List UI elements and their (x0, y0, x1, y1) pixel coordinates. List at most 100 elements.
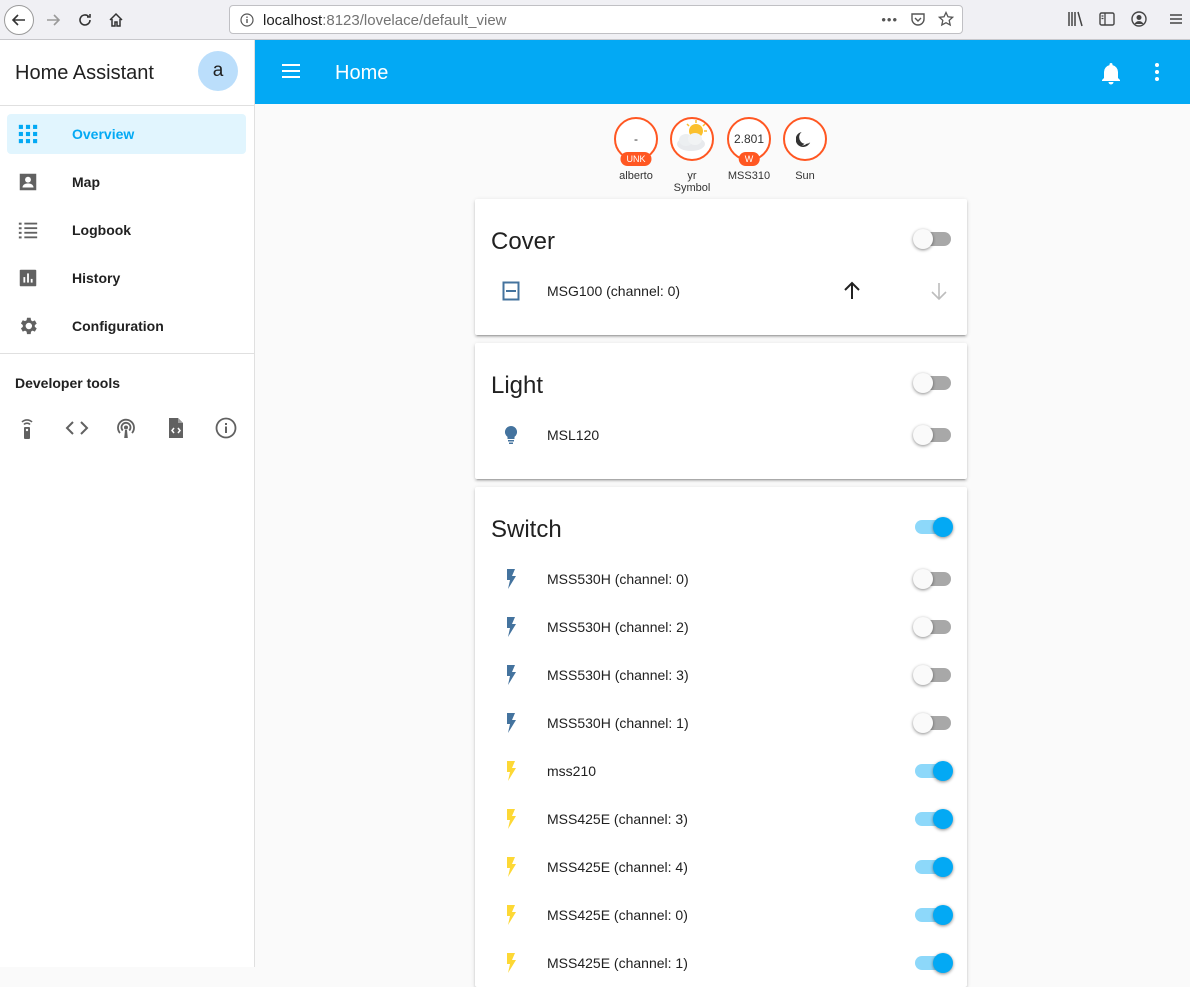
entity-toggle[interactable] (915, 953, 953, 973)
lightbulb-icon (504, 425, 518, 444)
entity-row[interactable]: MSS425E (channel: 3) (475, 799, 967, 839)
entity-row[interactable]: MSG100 (channel: 0) (475, 271, 967, 311)
badge-yr-symbol[interactable]: yr Symbol (668, 117, 716, 194)
entity-name: MSS530H (channel: 0) (547, 571, 689, 587)
entity-toggle[interactable] (913, 713, 951, 733)
entity-toggle[interactable] (915, 905, 953, 925)
badge-circle: 2.801 W (727, 117, 771, 166)
entity-name: MSS425E (channel: 1) (547, 955, 688, 971)
browser-toolbar: localhost:8123/lovelace/default_view ••• (0, 0, 1190, 40)
entity-toggle[interactable] (913, 425, 951, 445)
forward-button[interactable] (38, 5, 68, 35)
url-host: localhost (263, 12, 323, 29)
info-icon[interactable] (214, 416, 238, 440)
arrow-down-icon[interactable] (928, 280, 950, 302)
sidebar: Home Assistant a Overview Map Logbook Hi… (0, 40, 255, 967)
partly-cloudy-icon (677, 120, 707, 151)
light-card: Light MSL120 (475, 343, 967, 479)
switch-card: Switch MSS530H (channel: 0) MSS530H (cha… (475, 487, 967, 987)
switch-card-toggle[interactable] (915, 517, 953, 537)
list-icon (18, 222, 38, 239)
sidebar-item-logbook[interactable]: Logbook (7, 210, 246, 250)
entity-toggle[interactable] (915, 761, 953, 781)
entity-toggle[interactable] (913, 569, 951, 589)
hamburger-menu-icon[interactable] (281, 62, 301, 80)
account-icon[interactable] (1130, 10, 1148, 28)
badge-mss310[interactable]: 2.801 W MSS310 (725, 117, 773, 182)
remote-icon[interactable] (15, 416, 39, 440)
badge-unit: UNK (620, 152, 652, 166)
url-bar[interactable]: localhost:8123/lovelace/default_view ••• (229, 5, 963, 34)
entity-name: MSS425E (channel: 3) (547, 811, 688, 827)
badge-label: MSS310 (727, 170, 771, 182)
sidebar-item-label: Map (72, 174, 100, 190)
page-title: Home (335, 62, 389, 84)
bell-icon[interactable] (1100, 61, 1122, 85)
home-button[interactable] (101, 5, 131, 35)
library-icon[interactable] (1066, 10, 1084, 28)
garage-icon (502, 281, 520, 301)
grid-icon (18, 124, 38, 144)
entity-toggle[interactable] (913, 617, 951, 637)
reload-icon (79, 14, 91, 26)
flash-icon (507, 761, 516, 781)
entity-row[interactable]: MSS530H (channel: 3) (475, 655, 967, 695)
pocket-icon[interactable] (910, 11, 926, 27)
entity-row[interactable]: MSL120 (475, 415, 967, 455)
entity-row[interactable]: mss210 (475, 751, 967, 791)
info-icon[interactable] (240, 13, 254, 27)
menu-icon[interactable] (1168, 11, 1184, 27)
chart-icon (19, 269, 37, 287)
flash-icon (507, 665, 516, 685)
badge-sun[interactable]: Sun (781, 117, 829, 182)
home-icon (109, 12, 123, 27)
url-text: localhost:8123/lovelace/default_view (263, 12, 507, 29)
app-title: Home Assistant (15, 62, 154, 84)
account-box-icon (19, 173, 37, 191)
more-vert-icon[interactable] (1154, 62, 1160, 82)
cover-card-toggle[interactable] (913, 229, 951, 249)
code-icon[interactable] (65, 416, 89, 440)
sidebar-header: Home Assistant a (0, 40, 254, 106)
flash-icon (507, 713, 516, 733)
badge-label: Sun (795, 170, 815, 182)
entity-row[interactable]: MSS425E (channel: 1) (475, 943, 967, 983)
page-actions-icon[interactable]: ••• (881, 12, 898, 27)
badge-alberto[interactable]: - UNK alberto (612, 117, 660, 182)
sidebar-item-label: History (72, 270, 121, 286)
entity-name: MSS530H (channel: 2) (547, 619, 689, 635)
badge-label: alberto (619, 170, 653, 182)
star-icon[interactable] (938, 11, 954, 27)
badge-circle (783, 117, 827, 161)
sidebar-item-label: Overview (72, 126, 135, 142)
badge-value: - (634, 132, 638, 146)
entity-name: MSS530H (channel: 3) (547, 667, 689, 683)
entity-row[interactable]: MSS530H (channel: 0) (475, 559, 967, 599)
back-button[interactable] (4, 5, 34, 35)
flash-icon (507, 905, 516, 925)
light-card-toggle[interactable] (913, 373, 951, 393)
entity-row[interactable]: MSS425E (channel: 0) (475, 895, 967, 935)
flash-icon (507, 857, 516, 877)
sidebar-item-map[interactable]: Map (7, 162, 246, 202)
sidebar-toggle-icon[interactable] (1098, 10, 1116, 28)
entity-row[interactable]: MSS425E (channel: 4) (475, 847, 967, 887)
arrow-up-icon[interactable] (841, 280, 863, 302)
badge-circle: - UNK (614, 117, 658, 166)
entity-toggle[interactable] (913, 665, 951, 685)
entity-toggle[interactable] (915, 809, 953, 829)
sidebar-item-history[interactable]: History (7, 258, 246, 298)
entity-row[interactable]: MSS530H (channel: 2) (475, 607, 967, 647)
entity-row[interactable]: MSS530H (channel: 1) (475, 703, 967, 743)
badge-circle (670, 117, 714, 161)
avatar[interactable]: a (198, 51, 238, 91)
card-title: Switch (491, 516, 562, 543)
entity-toggle[interactable] (915, 857, 953, 877)
sidebar-item-overview[interactable]: Overview (7, 114, 246, 154)
file-code-icon[interactable] (164, 416, 188, 440)
podcast-icon[interactable] (114, 416, 138, 440)
entity-name: MSS425E (channel: 4) (547, 859, 688, 875)
reload-button[interactable] (70, 5, 100, 35)
sidebar-item-configuration[interactable]: Configuration (7, 306, 246, 346)
moon-icon (796, 131, 811, 147)
